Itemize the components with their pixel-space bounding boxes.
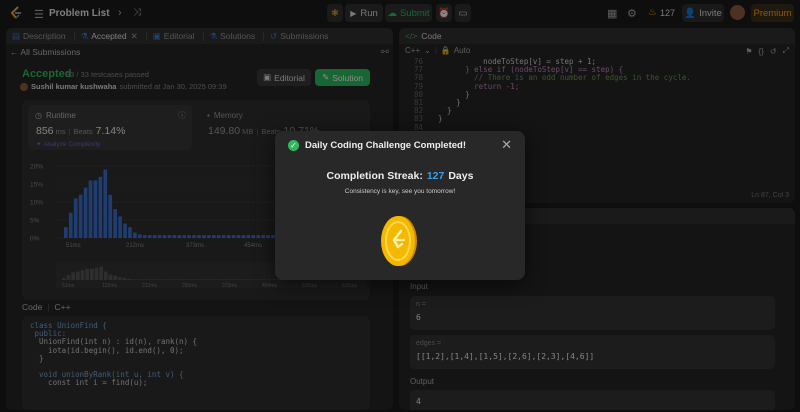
modal-message: Consistency is key, see you tomorrow! xyxy=(344,188,456,195)
check-circle-icon: ✓ xyxy=(288,140,299,151)
streak-value: 127 xyxy=(426,170,445,182)
modal-title: Daily Coding Challenge Completed! xyxy=(305,140,466,151)
modal-header: ✓ Daily Coding Challenge Completed! xyxy=(288,140,466,151)
gold-coin-icon xyxy=(381,216,417,266)
streak-suffix: Days xyxy=(448,170,474,182)
streak-modal: ✓ Daily Coding Challenge Completed! ✕ Co… xyxy=(275,131,525,280)
streak-line: Completion Streak: 127 Days xyxy=(275,170,525,182)
streak-prefix: Completion Streak: xyxy=(326,170,423,182)
close-icon[interactable]: ✕ xyxy=(501,137,512,153)
